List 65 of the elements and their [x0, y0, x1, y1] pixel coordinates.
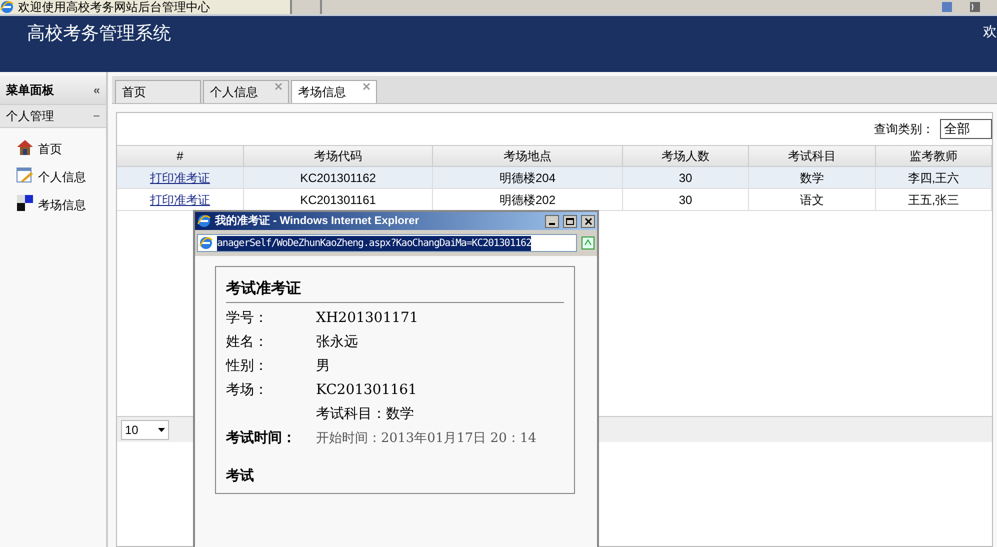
system-title: 高校考务管理系统	[27, 22, 171, 45]
close-icon[interactable]	[363, 83, 370, 90]
filter-label: 查询类别：	[874, 121, 934, 138]
print-link[interactable]: 打印准考证	[150, 190, 210, 208]
refresh-icon[interactable]	[581, 236, 595, 250]
maximize-icon	[566, 218, 574, 224]
collapse-button[interactable]: «	[93, 81, 100, 99]
toggle-button[interactable]: −	[92, 107, 100, 125]
field-label: 考场：	[226, 381, 269, 400]
field-label: 性别：	[226, 357, 269, 376]
maximize-button[interactable]	[563, 214, 577, 228]
field-value: 考试科目：数学	[316, 405, 414, 424]
globe-e-icon	[0, 0, 14, 14]
field-label: 学号：	[226, 309, 269, 328]
field-value: KC201301161	[316, 381, 417, 400]
field-value: XH201301171	[316, 309, 418, 328]
table-cell: 数学	[749, 167, 876, 188]
table-cell: 王五,张三	[876, 189, 992, 210]
print-link[interactable]: 打印准考证	[150, 168, 210, 186]
table-cell: 明德楼204	[433, 167, 623, 188]
address-field[interactable]: anagerSelf/WoDeZhunKaoZheng.aspx?KaoChangDaiMa=KC201301162	[197, 234, 577, 252]
browser-tab[interactable]: 欢迎使用高校考务网站后台管理中心	[0, 0, 292, 14]
field-label: 姓名：	[226, 333, 269, 352]
minimize-icon	[549, 222, 555, 224]
menu-item[interactable]: 个人信息	[16, 162, 106, 184]
notepad-pencil-icon	[16, 166, 34, 184]
column-header[interactable]: 考场代码	[244, 146, 433, 166]
squares-icon	[16, 194, 34, 212]
field-value: 男	[316, 357, 330, 376]
field-label: 考试	[226, 466, 254, 486]
table-row[interactable]: 打印准考证 KC201301161 明德楼202 30 语文 王五,张三	[117, 189, 992, 211]
column-header[interactable]: 考场地点	[433, 146, 623, 166]
house-icon	[16, 138, 34, 156]
popup-title: 我的准考证 - Windows Internet Explorer	[215, 214, 420, 229]
close-button[interactable]	[581, 214, 595, 228]
column-header[interactable]: 考试科目	[749, 146, 876, 166]
dropdown-arrow-icon	[158, 428, 165, 432]
table-cell: 30	[623, 189, 749, 210]
tab[interactable]: 首页	[115, 80, 201, 103]
table-cell: 李四,王六	[876, 167, 992, 188]
card-heading: 考试准考证	[226, 277, 564, 302]
close-icon	[584, 218, 592, 224]
menu-group-title: 个人管理	[6, 108, 54, 125]
tab[interactable]: 考场信息	[291, 80, 377, 103]
field-label: 考试时间：	[226, 429, 297, 448]
globe-e-icon	[197, 214, 211, 228]
field-value: 张永远	[316, 333, 358, 352]
table-row[interactable]: 打印准考证 KC201301162 明德楼204 30 数学 李四,王六	[117, 167, 992, 189]
table-cell: KC201301162	[244, 167, 433, 188]
sidebar-title: 菜单面板	[6, 82, 54, 99]
column-header[interactable]: 考场人数	[623, 146, 749, 166]
minimize-button[interactable]	[545, 214, 559, 228]
column-header[interactable]: 监考教师	[876, 146, 992, 166]
page-size-select[interactable]: 10	[121, 420, 169, 440]
field-value: 开始时间：2013年01月17日 20：14	[316, 430, 536, 448]
category-select[interactable]: 全部	[940, 119, 992, 139]
welcome-text: 欢	[983, 22, 997, 41]
menu-item[interactable]: 考场信息	[16, 190, 106, 212]
table-cell: 语文	[749, 189, 876, 210]
tab[interactable]: 个人信息	[203, 80, 289, 103]
column-header[interactable]: #	[117, 146, 244, 166]
menu-group-header[interactable]: 个人管理 −	[0, 104, 106, 128]
menu-item[interactable]: 首页	[16, 134, 106, 156]
globe-e-icon	[199, 236, 213, 250]
table-cell: 30	[623, 167, 749, 188]
